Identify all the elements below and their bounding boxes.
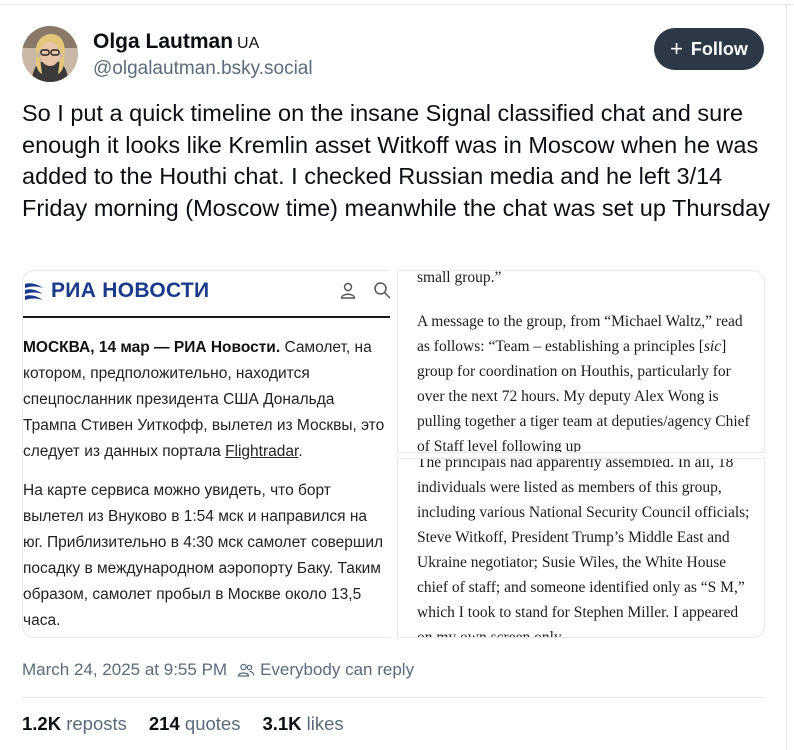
user-icon (340, 282, 356, 299)
frame-right-border (786, 4, 787, 750)
ria-paragraph-1: МОСКВА, 14 мар — РИА Новости. Самолет, н… (23, 335, 389, 465)
quotes-count: 214 (148, 713, 180, 734)
post-timestamp[interactable]: March 24, 2025 at 9:55 PM (22, 660, 227, 680)
likes-stat[interactable]: 3.1K likes (262, 713, 343, 735)
book-top-paragraph: A message to the group, from “Michael Wa… (417, 309, 757, 453)
search-icon (374, 282, 390, 299)
author-handle[interactable]: @olgalautman.bsky.social (93, 58, 313, 80)
book-top-line: small group.” (417, 270, 502, 286)
ria-logo-text: РИА НОВОСТИ (51, 279, 210, 302)
book-bottom-paragraph: The principals had apparently assembled.… (417, 458, 750, 638)
follow-label: Follow (690, 38, 748, 59)
book-text-before-sic: A message to the group, from “Michael Wa… (417, 313, 743, 355)
embedded-image-book-bottom[interactable]: The principals had apparently assembled.… (397, 458, 765, 638)
likes-count: 3.1K (262, 713, 302, 734)
ria-paragraph-2: На карте сервиса можно увидеть, что борт… (23, 482, 384, 629)
post-meta: March 24, 2025 at 9:55 PM Everybody can … (22, 660, 414, 680)
follow-button[interactable]: + Follow (654, 28, 764, 70)
ria-dateline: МОСКВА, 14 мар — РИА Новости. (23, 339, 281, 356)
ria-p1-text: Самолет, на котором, предположительно, н… (23, 339, 385, 460)
reposts-label: reposts (66, 713, 127, 734)
country-flag: UA (237, 35, 260, 52)
post-text: So I put a quick timeline on the insane … (22, 100, 770, 221)
ria-p1-end: . (298, 443, 303, 460)
reposts-stat[interactable]: 1.2K reposts (22, 713, 127, 735)
stats-divider (22, 697, 765, 698)
quotes-stat[interactable]: 214 quotes (149, 713, 241, 735)
ria-logo-icon (25, 283, 43, 300)
avatar[interactable] (22, 26, 78, 82)
display-name-text: Olga Lautman (93, 30, 234, 53)
avatar-image (22, 26, 78, 82)
book-sic: sic (703, 338, 722, 355)
frame-top-border (0, 4, 794, 5)
ria-header-divider (23, 316, 390, 318)
people-icon (237, 663, 255, 677)
embedded-image-book-top[interactable]: small group.” A message to the group, fr… (397, 270, 765, 453)
embedded-image-ria[interactable]: РИА НОВОСТИ МОСКВА, 14 мар — РИА Новости… (22, 270, 390, 638)
ria-article-body: МОСКВА, 14 мар — РИА Новости. Самолет, н… (23, 335, 389, 634)
author-display-name[interactable]: Olga Lautman UA (93, 30, 259, 54)
engagement-stats: 1.2K reposts 214 quotes 3.1K likes (22, 713, 344, 735)
quotes-label: quotes (184, 713, 241, 734)
likes-label: likes (306, 713, 344, 734)
plus-icon: + (670, 36, 683, 61)
reply-setting[interactable]: Everybody can reply (260, 660, 414, 680)
reposts-count: 1.2K (22, 713, 62, 734)
ria-flightradar-link: Flightradar (225, 443, 299, 460)
ria-logo: РИА НОВОСТИ (23, 279, 209, 303)
book-text-after-sic: ] group for coordination on Houthis, par… (417, 338, 750, 453)
